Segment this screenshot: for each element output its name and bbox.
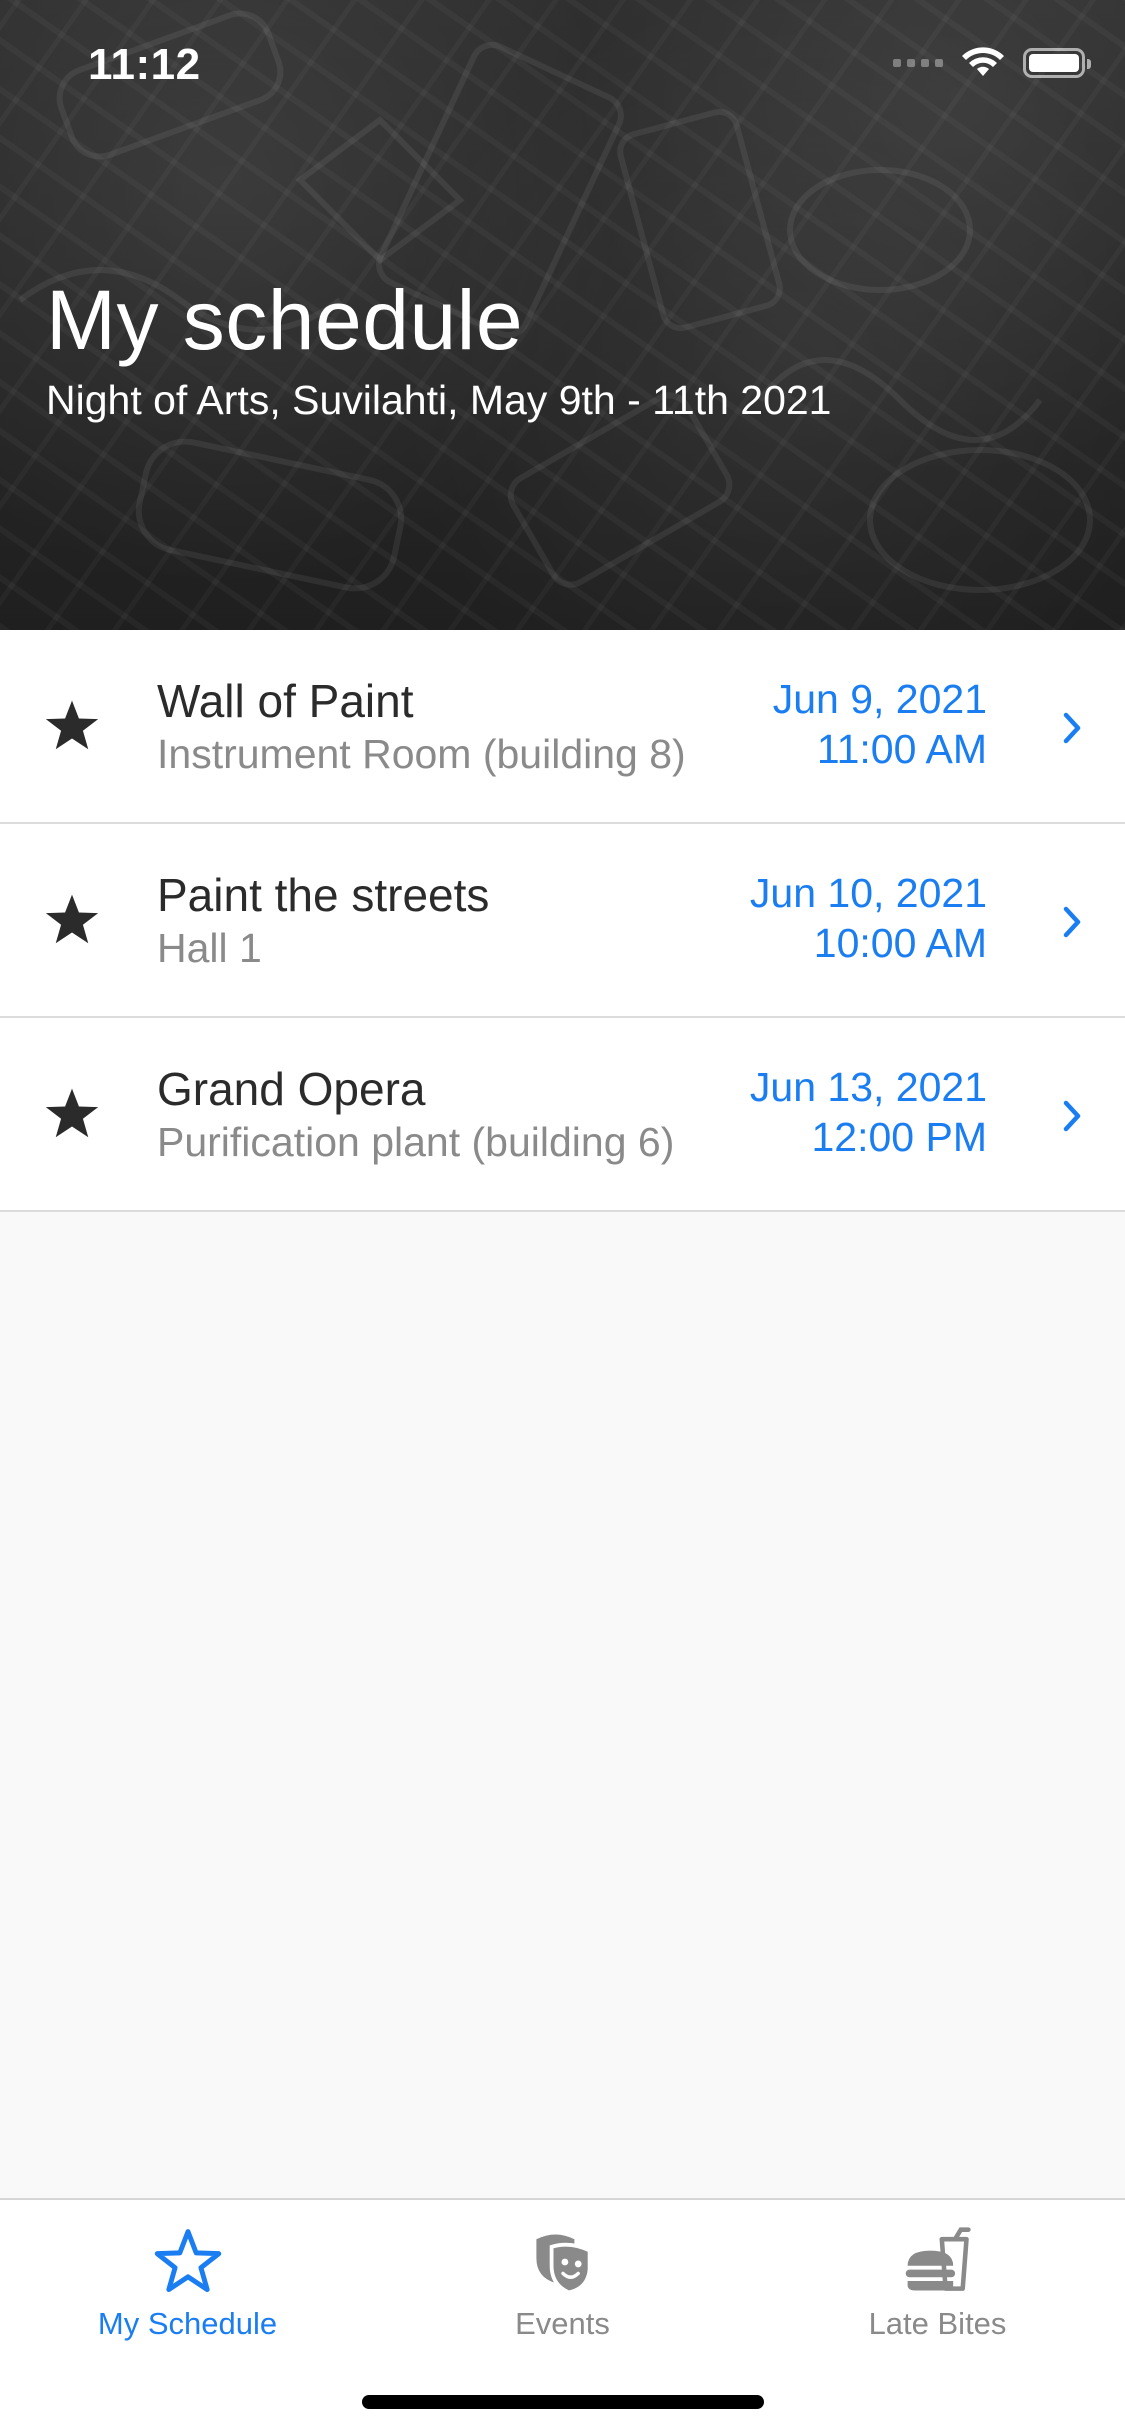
- schedule-list: Wall of Paint Instrument Room (building …: [0, 630, 1125, 1212]
- schedule-row[interactable]: Grand Opera Purification plant (building…: [0, 1018, 1125, 1212]
- burger-drink-icon: [905, 2227, 971, 2291]
- event-time: 10:00 AM: [813, 920, 987, 966]
- screen: 11:12 My schedule Night of Arts, Suvilah…: [0, 0, 1125, 2436]
- event-location: Hall 1: [157, 925, 262, 971]
- star-filled-icon[interactable]: [40, 1082, 104, 1146]
- event-location: Purification plant (building 6): [157, 1119, 675, 1165]
- status-bar-time: 11:12: [88, 40, 201, 89]
- event-title: Wall of Paint: [157, 675, 414, 727]
- chevron-right-icon: [1063, 1100, 1081, 1132]
- schedule-row[interactable]: Wall of Paint Instrument Room (building …: [0, 630, 1125, 824]
- event-datetime: Jun 13, 2021 12:00 PM: [750, 1062, 987, 1162]
- event-title: Paint the streets: [157, 869, 490, 921]
- home-indicator[interactable]: [362, 2395, 764, 2409]
- theater-masks-icon: [535, 2234, 591, 2295]
- header-banner: 11:12 My schedule Night of Arts, Suvilah…: [0, 0, 1125, 630]
- tab-label: Late Bites: [868, 2306, 1007, 2341]
- event-title: Grand Opera: [157, 1063, 426, 1115]
- chevron-right-icon: [1063, 712, 1081, 744]
- tab-label: My Schedule: [97, 2306, 278, 2341]
- star-outline-icon: [154, 2229, 221, 2293]
- star-filled-icon[interactable]: [40, 888, 104, 952]
- event-date: Jun 9, 2021: [772, 676, 987, 722]
- tab-my-schedule[interactable]: My Schedule: [0, 2200, 375, 2370]
- chevron-right-icon: [1063, 906, 1081, 938]
- tab-late-bites[interactable]: Late Bites: [750, 2200, 1125, 2370]
- page-title: My schedule: [46, 273, 524, 367]
- event-time: 11:00 AM: [816, 726, 987, 772]
- battery-icon: [1023, 48, 1091, 78]
- tab-events[interactable]: Events: [375, 2200, 750, 2370]
- star-filled-icon[interactable]: [40, 694, 104, 758]
- wifi-icon: [962, 47, 1004, 76]
- event-location: Instrument Room (building 8): [157, 731, 686, 777]
- status-bar-icons: [893, 46, 1091, 80]
- event-time: 12:00 PM: [811, 1114, 988, 1160]
- tab-label: Events: [515, 2306, 610, 2341]
- schedule-row[interactable]: Paint the streets Hall 1 Jun 10, 2021 10…: [0, 824, 1125, 1018]
- page-subtitle: Night of Arts, Suvilahti, May 9th - 11th…: [46, 377, 832, 423]
- event-datetime: Jun 9, 2021 11:00 AM: [773, 674, 987, 774]
- event-date: Jun 10, 2021: [749, 870, 987, 916]
- signal-icon: [893, 59, 943, 67]
- event-date: Jun 13, 2021: [749, 1064, 987, 1110]
- event-datetime: Jun 10, 2021 10:00 AM: [750, 868, 987, 968]
